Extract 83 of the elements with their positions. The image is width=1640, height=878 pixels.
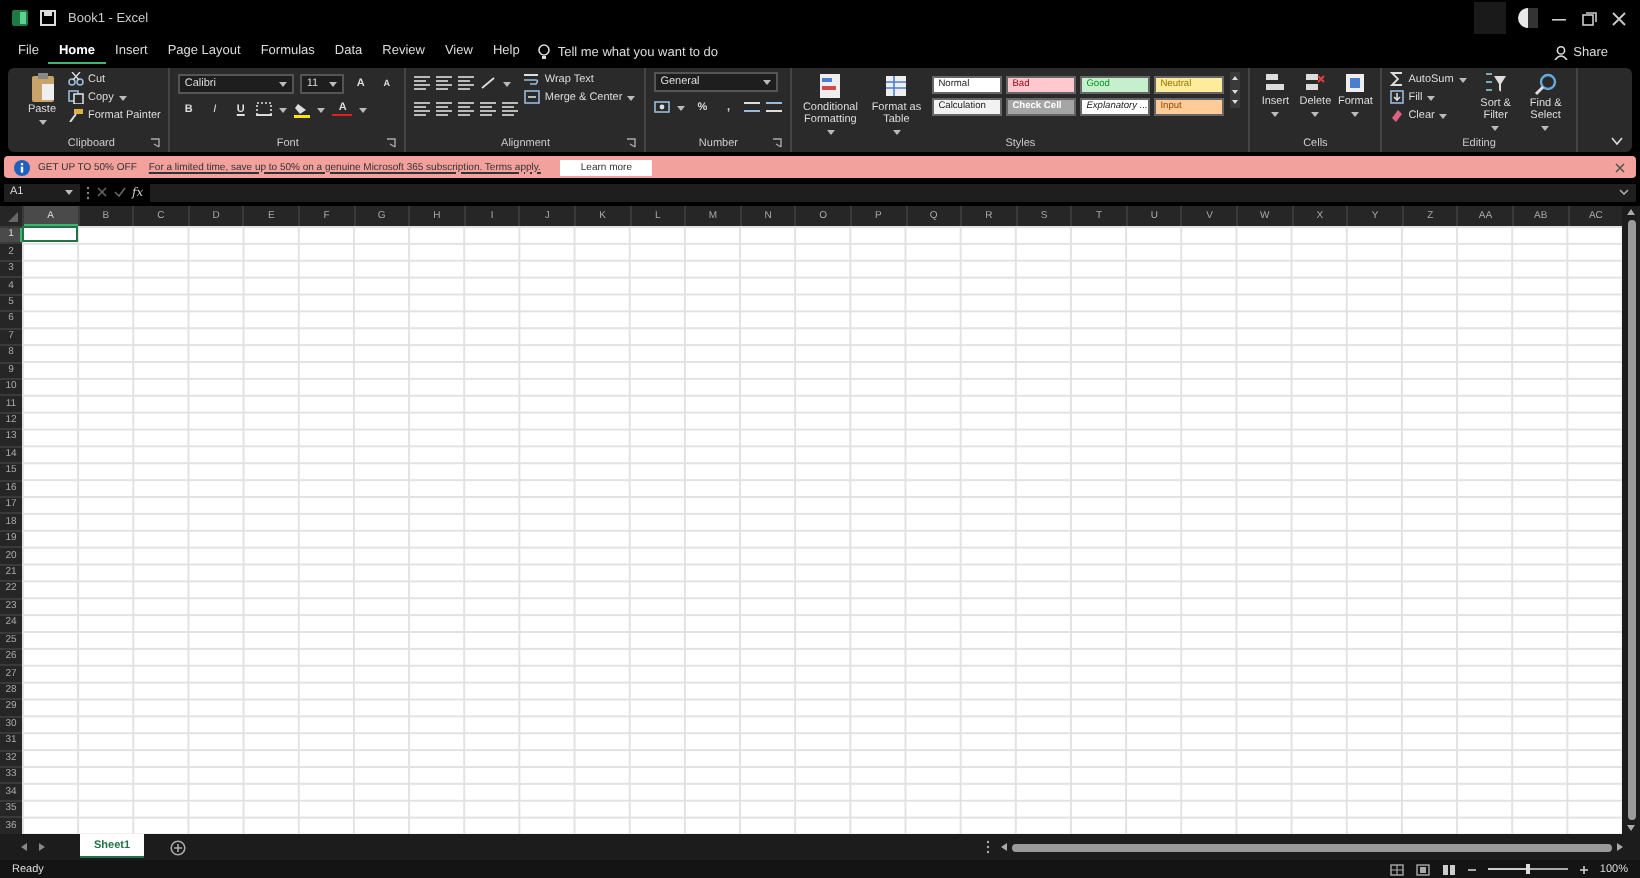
eraser-icon bbox=[1390, 108, 1405, 122]
next-sheet-icon[interactable] bbox=[38, 842, 46, 852]
align-icon[interactable] bbox=[414, 102, 431, 116]
dialog-launcher-icon[interactable] bbox=[150, 138, 161, 148]
caret-icon bbox=[328, 79, 339, 87]
scissors-icon bbox=[68, 72, 84, 86]
save-icon[interactable] bbox=[40, 10, 56, 26]
caret-icon bbox=[825, 128, 836, 137]
caret-icon bbox=[37, 118, 47, 127]
caret-icon bbox=[676, 103, 687, 111]
gallery-scroll-icon[interactable] bbox=[1230, 72, 1241, 108]
clipboard-icon bbox=[29, 72, 55, 102]
border-icon[interactable] bbox=[256, 102, 273, 116]
paintbrush-icon bbox=[68, 108, 84, 122]
dialog-launcher-icon[interactable] bbox=[772, 138, 783, 148]
align-icon[interactable] bbox=[458, 76, 475, 90]
caret-icon bbox=[117, 93, 128, 101]
align-icon[interactable] bbox=[436, 76, 453, 90]
caret-icon bbox=[1270, 110, 1281, 119]
lightbulb-icon bbox=[537, 44, 550, 60]
table-icon bbox=[884, 72, 909, 100]
account-block bbox=[1474, 2, 1506, 34]
fill-down-icon bbox=[1390, 90, 1405, 104]
add-sheet-icon[interactable] bbox=[170, 839, 187, 855]
zoom-in-icon[interactable] bbox=[1579, 865, 1588, 873]
dialog-launcher-icon[interactable] bbox=[626, 138, 637, 148]
caret-icon bbox=[316, 105, 327, 113]
delete-cells-icon bbox=[1304, 72, 1327, 94]
horizontal-scrollbar-thumb[interactable] bbox=[1012, 843, 1612, 851]
zoom-out-icon[interactable] bbox=[1467, 865, 1476, 873]
caret-icon bbox=[278, 79, 289, 87]
formula-input-field[interactable] bbox=[149, 183, 1636, 201]
text-orientation-icon[interactable] bbox=[480, 76, 497, 90]
previous-sheet-icon[interactable] bbox=[20, 842, 28, 852]
zoom-slider-thumb[interactable] bbox=[1525, 864, 1530, 874]
merge-cells-icon bbox=[524, 90, 541, 104]
caret-icon bbox=[1310, 110, 1321, 119]
align-icon[interactable] bbox=[414, 76, 431, 90]
caret-icon bbox=[502, 79, 513, 87]
caret-icon bbox=[626, 93, 637, 101]
conditional-formatting-icon bbox=[818, 72, 843, 100]
increase-decimal-icon[interactable] bbox=[744, 100, 761, 114]
caret-icon bbox=[762, 78, 773, 86]
magnifier-icon bbox=[1533, 72, 1558, 96]
currency-icon[interactable] bbox=[654, 100, 671, 114]
insert-cells-icon bbox=[1264, 72, 1287, 94]
sigma-icon bbox=[1390, 72, 1405, 86]
copy-icon bbox=[68, 90, 84, 104]
wrap-text-icon bbox=[524, 72, 541, 86]
caret-icon bbox=[891, 128, 902, 137]
caret-icon bbox=[64, 188, 74, 196]
align-icon[interactable] bbox=[480, 102, 497, 116]
spreadsheet-app-icon bbox=[12, 10, 28, 26]
caret-icon bbox=[358, 105, 369, 113]
sort-filter-icon bbox=[1483, 72, 1508, 96]
decrease-decimal-icon[interactable] bbox=[766, 100, 783, 114]
caret-icon bbox=[1490, 124, 1501, 133]
info-icon bbox=[14, 159, 30, 175]
expand-formula-bar-icon[interactable] bbox=[1618, 188, 1630, 196]
restore-icon[interactable] bbox=[1580, 9, 1598, 27]
active-cell[interactable] bbox=[22, 226, 78, 243]
fill-color-icon[interactable] bbox=[294, 101, 311, 117]
dialog-launcher-icon[interactable] bbox=[386, 138, 397, 148]
scroll-right-icon[interactable] bbox=[1616, 842, 1624, 852]
caret-icon bbox=[1540, 124, 1551, 133]
align-icon[interactable] bbox=[502, 102, 519, 116]
person-icon bbox=[1553, 45, 1568, 59]
caret-icon bbox=[278, 105, 289, 113]
format-cells-icon bbox=[1344, 72, 1367, 94]
page-break-view-icon[interactable] bbox=[1441, 863, 1456, 875]
page-layout-view-icon[interactable] bbox=[1415, 863, 1430, 875]
scroll-left-icon[interactable] bbox=[1000, 842, 1008, 852]
vertical-scrollbar-thumb[interactable] bbox=[1627, 220, 1635, 820]
caret-icon bbox=[1457, 75, 1468, 83]
cancel-icon[interactable] bbox=[96, 186, 108, 198]
align-icon[interactable] bbox=[436, 102, 453, 116]
checkmark-icon[interactable] bbox=[114, 186, 126, 198]
account-avatar-icon bbox=[1518, 8, 1538, 28]
caret-icon bbox=[1350, 110, 1361, 119]
scroll-up-icon[interactable] bbox=[1626, 208, 1636, 216]
normal-view-icon[interactable] bbox=[1389, 863, 1404, 875]
align-icon[interactable] bbox=[458, 102, 475, 116]
collapse-ribbon-icon[interactable] bbox=[1610, 136, 1624, 146]
